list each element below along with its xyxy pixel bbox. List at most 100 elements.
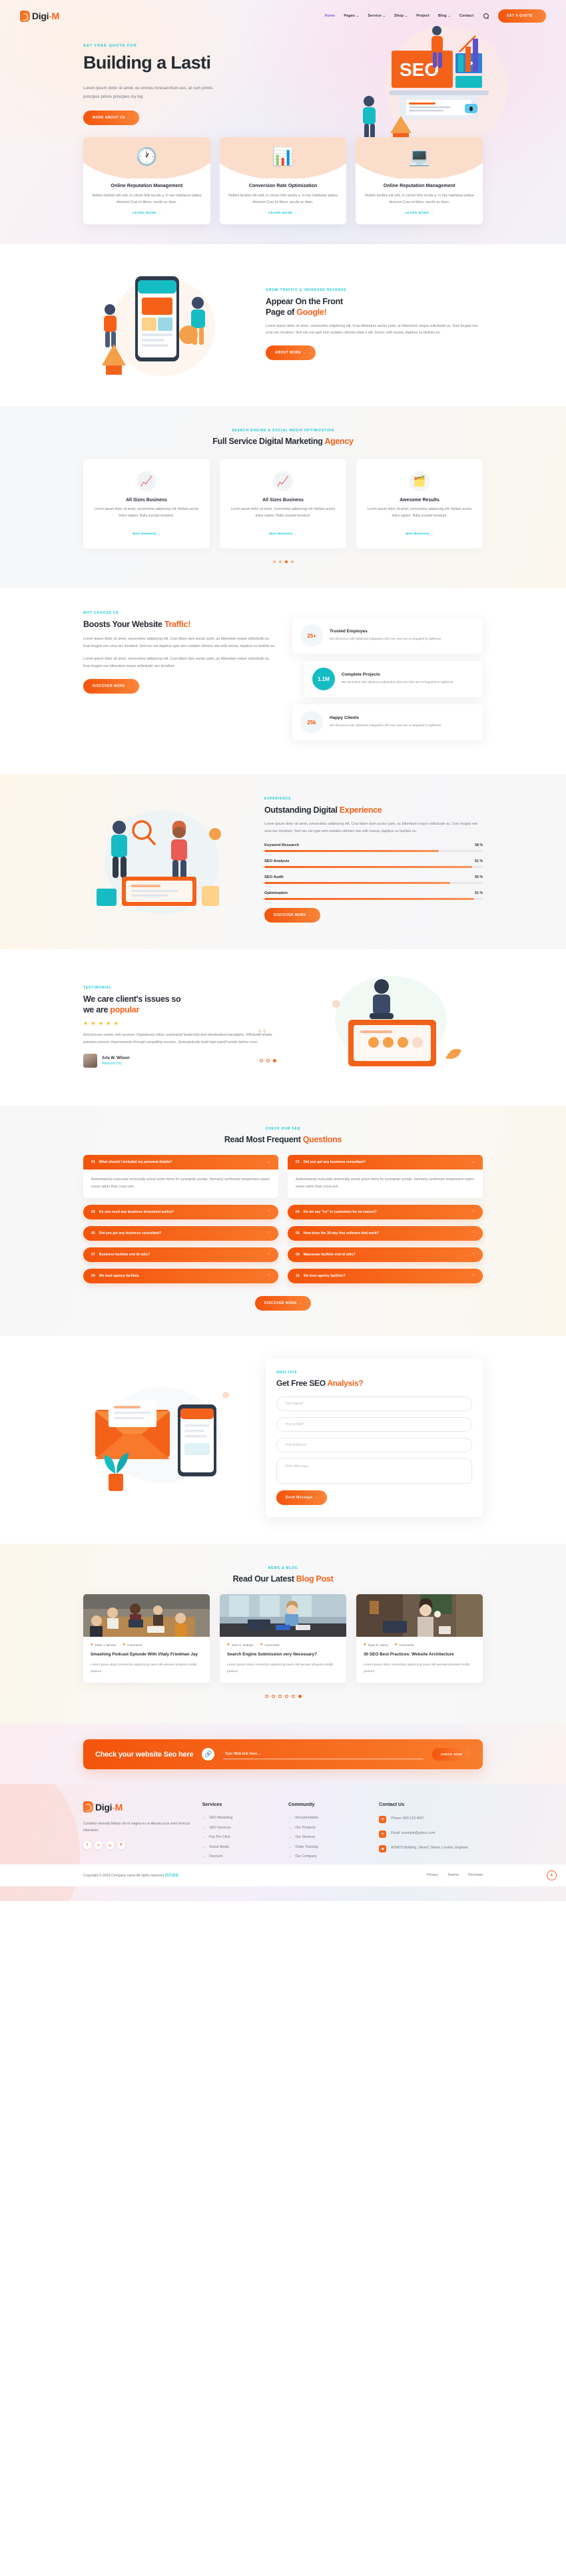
chat-widget-button[interactable]	[465, 104, 477, 113]
blog-card[interactable]: ● Peter J. Benner ● Comments Smashing Podc…	[83, 1594, 210, 1683]
footer-privacy-link[interactable]: Privacy	[427, 1873, 438, 1877]
footer-link[interactable]: → Our Services	[288, 1835, 368, 1839]
faq-question-text: Did you get any business consultant?	[303, 1160, 366, 1165]
linkedin-icon[interactable]: in	[106, 1841, 114, 1850]
blog-card-title[interactable]: 30 SEO Best Practices: Website Architect…	[364, 1651, 475, 1658]
faq-section: Check Our Faq Read Most Frequent Questio…	[0, 1106, 566, 1336]
carousel-dot[interactable]	[284, 1695, 288, 1699]
pinterest-icon[interactable]: P	[117, 1841, 125, 1850]
faq-item: 10 We best agency facilisis? ⌃	[288, 1268, 483, 1283]
business-card-link[interactable]: More Buseness →	[269, 533, 297, 536]
site-logo[interactable]: Digi-M	[20, 10, 59, 22]
faq-discover-more-button[interactable]: DISCOVER MORE →	[254, 1295, 312, 1311]
footer-link[interactable]: → Social Media	[202, 1845, 278, 1849]
footer-link[interactable]: → Documentation	[288, 1816, 368, 1820]
business-card[interactable]: 🗂️ Awesome Results Lorem ipsum dolor sit…	[356, 459, 483, 549]
seoform-title-accent: Analysis?	[327, 1378, 364, 1388]
facebook-icon[interactable]: f	[83, 1841, 91, 1850]
seoform-title: Get Free SEO Analysis?	[276, 1378, 364, 1388]
experience-discover-more-button[interactable]: DISCOVER MORE →	[264, 908, 321, 923]
footer-purchase-link[interactable]: Purchase	[468, 1873, 483, 1877]
faq-question-text: Did you get any business consultant?	[99, 1231, 162, 1235]
nav-item-home[interactable]: Home	[325, 14, 336, 18]
scroll-top-icon[interactable]: ▲	[547, 1870, 557, 1880]
faq-question-toggle[interactable]: 01 What should I included my personal de…	[83, 1155, 278, 1170]
message-field[interactable]	[276, 1458, 472, 1484]
faq-question-toggle[interactable]: 10 We best agency facilisis? ⌃	[288, 1268, 483, 1283]
carousel-dot[interactable]	[271, 1695, 275, 1699]
hero-more-about-us-button[interactable]: MORE ABOUT US →	[83, 110, 140, 126]
boost-discover-more-button[interactable]: DISCOVER MORE →	[83, 678, 140, 694]
fullservice-eyebrow: SEARCH ENGINE & SOCIAL MEDIA OPTIMIZATIO…	[232, 429, 334, 433]
blog-card[interactable]: ● John G. Rathjen ● Comments Search Engine…	[220, 1594, 346, 1683]
fullservice-carousel-dots	[83, 560, 483, 564]
blog-comments: ● Comments	[260, 1643, 280, 1647]
business-card[interactable]: 📈 All Sizes Business Lorem ipsum dolor s…	[83, 459, 210, 549]
twitter-icon[interactable]: ●	[95, 1841, 103, 1850]
faq-question-toggle[interactable]: 04 Do we say "no" to customers for no re…	[288, 1204, 483, 1219]
stat-value: 25k	[300, 711, 323, 734]
footer-link[interactable]: → Discount	[202, 1854, 278, 1858]
carousel-dot[interactable]	[264, 1695, 268, 1699]
carousel-dot[interactable]	[278, 560, 282, 564]
carousel-dot[interactable]	[260, 1059, 263, 1063]
carousel-dot[interactable]	[272, 560, 276, 564]
service-card-learn-more-link[interactable]: LEARN MORE →	[220, 212, 347, 215]
chevron-down-icon: ⌄	[267, 1160, 270, 1165]
web-link-input[interactable]	[223, 1749, 424, 1760]
footer-link[interactable]: → Pay Per Click	[202, 1835, 278, 1839]
appear-about-more-button[interactable]: ABOUT MORE →	[266, 345, 316, 360]
footer-link[interactable]: → SEO Marketing	[202, 1816, 278, 1820]
carousel-dot-active[interactable]	[298, 1695, 302, 1699]
blog-card[interactable]: ● Ryan R. Henry ● Comments 30 SEO Best Pra…	[356, 1594, 483, 1683]
faq-question-toggle[interactable]: 09 We best agency facilisis. ⌃	[83, 1268, 278, 1283]
carousel-dot[interactable]	[291, 1695, 295, 1699]
business-card[interactable]: 📈 All Sizes Business Lorem ipsum dolor s…	[220, 459, 346, 549]
stat-desc: We denounce with righteous indignation d…	[330, 637, 441, 641]
carousel-dot[interactable]	[266, 1059, 270, 1063]
carousel-dot[interactable]	[278, 1695, 282, 1699]
blog-card-title[interactable]: Smashing Podcast Episode With Vitaly Fri…	[91, 1651, 202, 1658]
faq-question-toggle[interactable]: 02 Did you get any business consultant? …	[288, 1155, 483, 1170]
blog-title-accent: Blog Post	[296, 1574, 334, 1584]
user-icon: ●	[227, 1643, 230, 1647]
service-card[interactable]: 💻 Online Reputation Management Nullam fa…	[356, 137, 483, 225]
arrow-right-icon: →	[288, 1825, 292, 1830]
service-card[interactable]: 🕐 Online Reputation Management Nullam fa…	[83, 137, 210, 225]
footer-logo[interactable]: Digi-M	[83, 1801, 192, 1813]
business-card-link[interactable]: More Buseness →	[406, 533, 433, 536]
chevron-up-icon: ⌃	[471, 1231, 475, 1235]
service-card-learn-more-link[interactable]: LEARN MORE →	[83, 212, 210, 215]
faq-number: 07	[91, 1252, 95, 1257]
business-card-link[interactable]: More Buseness →	[133, 533, 160, 536]
carousel-dot[interactable]	[290, 560, 294, 564]
faq-question-toggle[interactable]: 08 Maecenas facilisis erat id odio? ⌃	[288, 1247, 483, 1262]
footer-link[interactable]: → SEO Services	[202, 1826, 278, 1830]
contact-address-text: A268T5 Building, SilverC Street, London,…	[391, 1846, 469, 1850]
faq-question-toggle[interactable]: 07 Business facilisis erat id odio? ⌃	[83, 1247, 278, 1262]
blog-card-title[interactable]: Search Engine Submission very Necessary?	[227, 1651, 339, 1658]
footer-link[interactable]: → Our Products	[288, 1826, 368, 1830]
carousel-dot-active[interactable]	[284, 560, 288, 564]
boost-paragraph-2: Lorem ipsum dolor sit amet, consectetur …	[83, 657, 270, 668]
footer-link[interactable]: → Order Tracking	[288, 1845, 368, 1849]
faq-question-toggle[interactable]: 06 How does the 30-day free software tri…	[288, 1225, 483, 1241]
carousel-dot-active[interactable]	[273, 1059, 276, 1063]
comment-icon: ●	[260, 1643, 263, 1647]
testimonial-author-name: Arla W. Wilson	[102, 1056, 130, 1060]
service-card[interactable]: 📊 Conversion Rate Optimization Nullam fa…	[219, 137, 347, 225]
service-card-learn-more-link[interactable]: LEARN MORE →	[356, 212, 483, 215]
name-field[interactable]	[276, 1396, 472, 1412]
boost-paragraph-1: Lorem ipsum dolor sit amet, consectetur …	[83, 637, 276, 648]
service-card-title: Online Reputation Management	[111, 182, 183, 189]
faq-question-toggle[interactable]: 03 Do you need any business invesment po…	[83, 1204, 278, 1219]
footer-link[interactable]: → Our Company	[288, 1854, 368, 1858]
mail-icon: ✉	[379, 1830, 387, 1838]
check-now-button[interactable]: CHECK NOW	[431, 1748, 471, 1761]
faq-question-toggle[interactable]: 05 Did you get any business consultant? …	[83, 1225, 278, 1241]
send-message-button[interactable]: Send Message →	[276, 1490, 328, 1506]
address-field[interactable]	[276, 1438, 472, 1453]
footer-terms-link[interactable]: Tearms	[447, 1873, 459, 1877]
blog-card-meta: ● Ryan R. Henry ● Comments	[364, 1643, 475, 1647]
email-field[interactable]	[276, 1417, 472, 1432]
